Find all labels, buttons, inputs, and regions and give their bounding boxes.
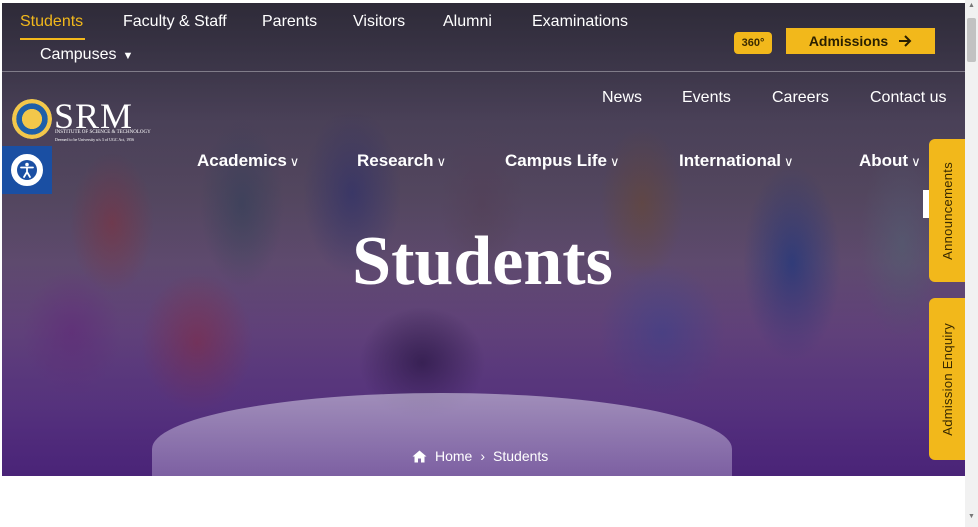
srm-logo[interactable]: SRM INSTITUTE OF SCIENCE & TECHNOLOGY De… xyxy=(12,96,152,147)
menu-campus-life-label: Campus Life xyxy=(505,151,608,170)
announcements-label: Announcements xyxy=(939,161,955,260)
menu-academics-label: Academics xyxy=(197,151,287,170)
topnav-alumni[interactable]: Alumni xyxy=(443,13,492,31)
arrow-right-icon xyxy=(899,35,912,47)
accessibility-button[interactable] xyxy=(2,146,52,194)
chevron-down-icon: ∨ xyxy=(784,154,794,169)
secnav-events[interactable]: Events xyxy=(682,89,731,107)
menu-academics[interactable]: Academics ∨ xyxy=(197,151,299,171)
top-navigation: Students Faculty & Staff Parents Visitor… xyxy=(0,3,965,71)
admissions-button[interactable]: Admissions xyxy=(786,28,935,54)
srm-seal-icon xyxy=(12,99,52,139)
menu-about-label: About xyxy=(859,151,909,170)
secnav-careers[interactable]: Careers xyxy=(772,89,829,107)
scroll-up-icon[interactable]: ▲ xyxy=(965,2,978,12)
scroll-down-icon[interactable]: ▼ xyxy=(965,513,978,523)
topnav-students[interactable]: Students xyxy=(20,13,83,31)
menu-research[interactable]: Research ∨ xyxy=(357,151,446,171)
page-title: Students xyxy=(352,223,613,300)
breadcrumb-separator: › xyxy=(480,448,486,464)
admissions-label: Admissions xyxy=(808,33,889,49)
topnav-examinations[interactable]: Examinations xyxy=(532,13,628,31)
breadcrumb: Home › Students xyxy=(412,448,548,464)
secnav-contact-us[interactable]: Contact us xyxy=(870,89,946,107)
campuses-label: Campuses xyxy=(40,46,117,63)
chevron-down-icon: ∨ xyxy=(610,154,620,169)
menu-research-label: Research xyxy=(357,151,434,170)
nav-divider xyxy=(2,71,965,72)
breadcrumb-home[interactable]: Home xyxy=(435,448,472,464)
chevron-down-icon: ∨ xyxy=(289,154,300,169)
chevron-down-icon: ∨ xyxy=(436,154,447,169)
accessibility-icon xyxy=(11,154,43,186)
breadcrumb-current: Students xyxy=(493,448,549,464)
announcements-tab[interactable]: Announcements xyxy=(929,139,965,282)
logo-tagline: Deemed to be University u/s 3 of UGC Act… xyxy=(55,137,135,142)
topnav-visitors[interactable]: Visitors xyxy=(353,13,405,31)
page-scrollbar[interactable]: ▲ ▼ xyxy=(965,0,978,527)
home-icon xyxy=(412,450,427,462)
secnav-news[interactable]: News xyxy=(602,89,642,107)
caret-down-icon: ▼ xyxy=(122,50,134,62)
topnav-parents[interactable]: Parents xyxy=(262,13,317,31)
admission-enquiry-label: Admission Enquiry xyxy=(939,322,955,436)
tour-360-button[interactable]: 360° xyxy=(734,32,772,54)
logo-subtitle: INSTITUTE OF SCIENCE & TECHNOLOGY xyxy=(55,130,151,135)
active-underline xyxy=(20,38,85,40)
scroll-thumb[interactable] xyxy=(967,18,976,62)
menu-international[interactable]: International ∨ xyxy=(679,151,794,171)
campuses-dropdown[interactable]: Campuses ▼ xyxy=(40,46,133,64)
admission-enquiry-tab[interactable]: Admission Enquiry xyxy=(929,298,965,460)
topnav-faculty-staff[interactable]: Faculty & Staff xyxy=(123,13,227,31)
menu-campus-life[interactable]: Campus Life ∨ xyxy=(505,151,620,171)
menu-about[interactable]: About ∨ xyxy=(859,151,921,171)
chevron-down-icon: ∨ xyxy=(911,154,921,169)
menu-international-label: International xyxy=(679,151,782,170)
